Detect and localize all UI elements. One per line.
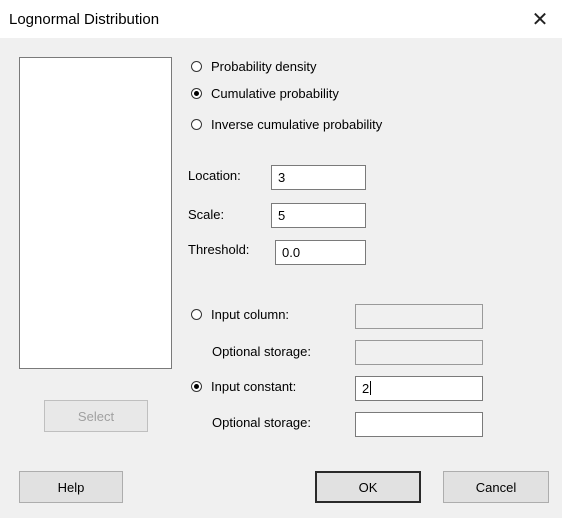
radio-icon — [191, 61, 202, 72]
radio-label: Probability density — [211, 59, 317, 74]
input-constant-field[interactable]: 2 — [355, 376, 483, 401]
cancel-button[interactable]: Cancel — [443, 471, 549, 503]
radio-cumulative-probability[interactable]: Cumulative probability — [191, 86, 339, 101]
title-bar: Lognormal Distribution ✕ — [0, 0, 562, 38]
input-column-field[interactable] — [355, 304, 483, 329]
radio-input-constant[interactable]: Input constant: — [191, 379, 296, 394]
scale-label: Scale: — [188, 207, 225, 222]
radio-icon — [191, 309, 202, 320]
radio-checked-icon — [191, 88, 202, 99]
radio-label: Input column: — [211, 307, 290, 322]
threshold-value: 0.0 — [282, 245, 301, 260]
input-constant-value: 2 — [362, 381, 370, 396]
radio-label: Input constant: — [211, 379, 297, 394]
radio-checked-icon — [191, 381, 202, 392]
select-button[interactable]: Select — [44, 400, 148, 432]
radio-label: Inverse cumulative probability — [211, 117, 383, 132]
ok-button[interactable]: OK — [315, 471, 421, 503]
radio-inverse-cumulative-probability[interactable]: Inverse cumulative probability — [191, 117, 382, 132]
close-icon[interactable]: ✕ — [518, 0, 562, 38]
constant-storage-field[interactable] — [355, 412, 483, 437]
radio-input-column[interactable]: Input column: — [191, 307, 289, 322]
scale-input[interactable]: 5 — [271, 203, 366, 228]
column-storage-label: Optional storage: — [212, 344, 312, 359]
constant-storage-label: Optional storage: — [212, 415, 312, 430]
radio-icon — [191, 119, 202, 130]
help-button[interactable]: Help — [19, 471, 123, 503]
threshold-input[interactable]: 0.0 — [275, 240, 366, 265]
scale-value: 5 — [278, 208, 286, 223]
location-label: Location: — [188, 168, 241, 183]
location-value: 3 — [278, 170, 286, 185]
threshold-label: Threshold: — [188, 242, 250, 257]
radio-probability-density[interactable]: Probability density — [191, 59, 317, 74]
radio-label: Cumulative probability — [211, 86, 339, 101]
text-caret — [370, 381, 372, 395]
column-storage-field[interactable] — [355, 340, 483, 365]
variables-list[interactable] — [19, 57, 172, 369]
location-input[interactable]: 3 — [271, 165, 366, 190]
window-title: Lognormal Distribution — [9, 11, 160, 28]
